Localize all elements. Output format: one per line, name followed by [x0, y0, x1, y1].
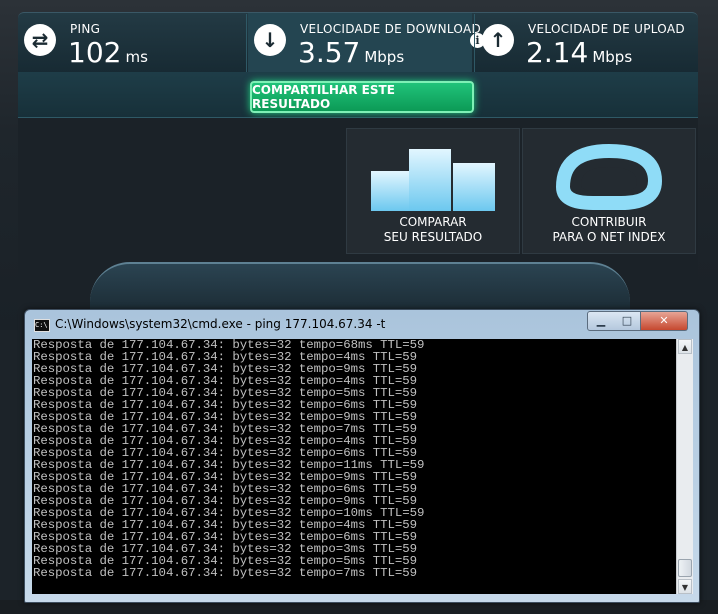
cmd-title: C:\Windows\system32\cmd.exe - ping 177.1… — [55, 317, 386, 331]
ping-value: 102 — [68, 36, 122, 69]
compare-line2: SEU RESULTADO — [383, 230, 483, 244]
ping-label: PING — [70, 22, 101, 36]
upload-unit: Mbps — [592, 48, 633, 66]
contribute-line1: CONTRIBUIR — [571, 215, 647, 229]
contribute-label: CONTRIBUIR PARA O NET INDEX — [523, 215, 695, 245]
minimize-button[interactable]: ▁ — [587, 311, 615, 331]
contribute-tile[interactable]: CONTRIBUIR PARA O NET INDEX — [522, 128, 696, 254]
cmd-window: C:\ C:\Windows\system32\cmd.exe - ping 1… — [24, 309, 700, 603]
scrollbar-thumb[interactable] — [678, 559, 692, 577]
bar-chart-icon — [347, 141, 519, 211]
arrow-down-icon: ↓ — [254, 24, 286, 56]
download-label: VELOCIDADE DE DOWNLOAD — [300, 22, 481, 36]
scroll-down-arrow-icon[interactable]: ▼ — [678, 579, 692, 594]
console-line: Resposta de 177.104.67.34: bytes=32 temp… — [33, 566, 418, 580]
speedtest-results-bar: ⇄ PING 102 ms ↓ VELOCIDADE DE DOWNLOAD 3.… — [18, 12, 698, 73]
net-index-icon — [555, 143, 663, 210]
scroll-up-arrow-icon[interactable]: ▲ — [678, 339, 692, 354]
upload-value-row: 2.14 Mbps — [526, 36, 632, 69]
ping-unit: ms — [125, 48, 148, 66]
transfer-arrows-icon: ⇄ — [24, 24, 56, 56]
download-value: 3.57 — [298, 36, 361, 69]
ping-value-row: 102 ms — [68, 36, 148, 69]
compare-result-tile[interactable]: COMPARAR SEU RESULTADO — [346, 128, 520, 254]
upload-value: 2.14 — [526, 36, 589, 69]
upload-metric: ↑ VELOCIDADE DE UPLOAD 2.14 Mbps — [476, 13, 698, 73]
cmd-titlebar[interactable]: C:\ C:\Windows\system32\cmd.exe - ping 1… — [25, 310, 699, 338]
compare-label: COMPARAR SEU RESULTADO — [347, 215, 519, 245]
share-result-button[interactable]: COMPARTILHAR ESTE RESULTADO — [250, 81, 474, 113]
maximize-button[interactable]: □ — [614, 311, 641, 331]
background-edge — [0, 330, 26, 614]
arrow-up-icon: ↑ — [482, 24, 514, 56]
download-metric: ↓ VELOCIDADE DE DOWNLOAD 3.57 Mbps — [248, 13, 481, 73]
download-unit: Mbps — [364, 48, 405, 66]
contribute-line2: PARA O NET INDEX — [552, 230, 666, 244]
background-edge — [697, 330, 718, 614]
compare-line1: COMPARAR — [399, 215, 467, 229]
cmd-console-output[interactable]: Resposta de 177.104.67.34: bytes=32 temp… — [32, 339, 676, 594]
ping-metric: ⇄ PING 102 ms — [18, 13, 244, 73]
cmd-scrollbar[interactable]: ▲ ▼ — [676, 339, 693, 594]
metric-divider — [246, 14, 247, 72]
close-button[interactable]: ✕ — [641, 311, 688, 331]
download-value-row: 3.57 Mbps — [298, 36, 404, 69]
cmd-app-icon[interactable]: C:\ — [34, 319, 50, 332]
metric-divider — [474, 14, 475, 72]
upload-label: VELOCIDADE DE UPLOAD — [528, 22, 685, 36]
